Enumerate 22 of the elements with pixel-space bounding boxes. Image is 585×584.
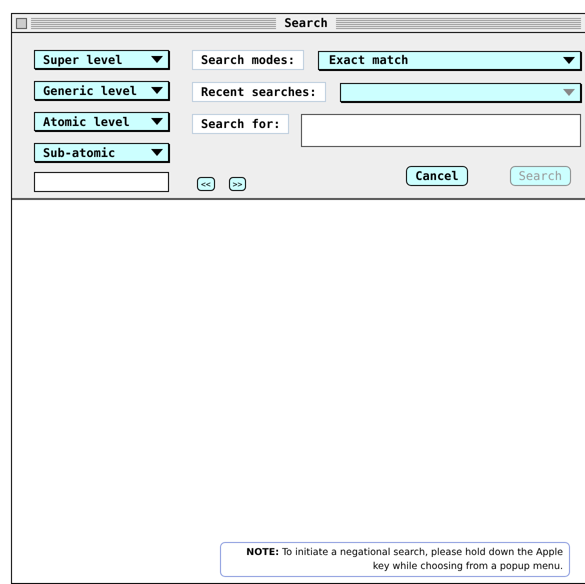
search-input[interactable] xyxy=(301,114,582,147)
search-modes-label: Search modes: xyxy=(192,50,304,70)
level-popup[interactable]: Super level xyxy=(34,50,169,69)
window-title: Search xyxy=(283,16,329,30)
note-text: NOTE: To initiate a negational search, please hold down the Apple key while choosing from a popup menu. xyxy=(220,542,570,577)
caret-icon xyxy=(563,88,576,96)
search-mode-popup[interactable]: Exact match xyxy=(318,50,582,70)
nav-button[interactable]: >> xyxy=(228,177,246,191)
caret-icon xyxy=(151,56,163,63)
text-field[interactable] xyxy=(34,172,169,192)
caret-icon xyxy=(151,118,163,125)
nav-button[interactable]: << xyxy=(197,177,215,191)
action-button[interactable]: Cancel xyxy=(406,166,468,186)
level-popup[interactable]: Generic level xyxy=(34,81,169,100)
close-box-icon[interactable] xyxy=(16,18,27,28)
recent-searches-label: Recent searches: xyxy=(192,82,326,102)
level-popup[interactable]: Atomic level xyxy=(34,112,169,131)
level-popup[interactable]: Sub-atomic xyxy=(34,143,169,162)
caret-icon xyxy=(151,149,163,156)
caret-icon xyxy=(563,56,576,64)
search-for-label: Search for: xyxy=(192,114,290,134)
caret-icon xyxy=(151,87,163,94)
